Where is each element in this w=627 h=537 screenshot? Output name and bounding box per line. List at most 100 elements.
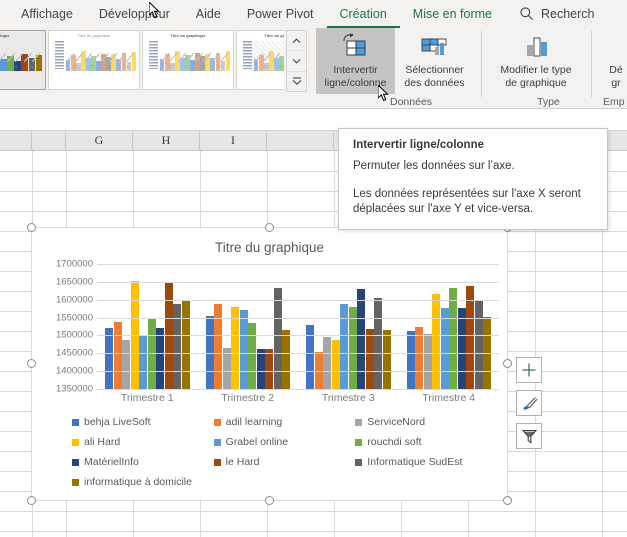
legend-item[interactable]: rouchdi soft [355,432,497,452]
bar[interactable] [423,333,432,389]
chart-styles-button[interactable] [516,390,542,416]
bar[interactable] [406,331,415,389]
legend-item[interactable]: behja LiveSoft [72,412,214,432]
resize-handle-s[interactable] [264,496,274,505]
ribbon-tab-creation[interactable]: Création [326,0,400,28]
bar[interactable] [449,288,457,389]
bar[interactable] [105,327,113,389]
bar[interactable] [440,307,449,389]
ribbon-group-labels: Données Type Emp [0,94,627,109]
gallery-thumbnail[interactable]: Titre du graphique T1T2T3T4 [142,30,234,90]
switch-row-column-label-line2: ligne/colonne [324,77,387,89]
legend-item[interactable]: Grabel online [213,432,356,452]
resize-handle-sw[interactable] [27,496,36,505]
bar[interactable] [365,329,374,389]
bar[interactable] [331,339,340,389]
column-header-H[interactable]: H [133,131,200,150]
ribbon-tab-affichage[interactable]: Affichage [8,0,86,28]
bar[interactable] [231,306,239,389]
move-chart-button[interactable]: Dé gr [596,28,627,94]
gallery-thumbnail[interactable]: graphique T1T2T3T4 [0,30,46,90]
bar[interactable] [248,322,256,389]
legend-swatch [213,418,221,426]
column-header-G[interactable]: G [66,131,133,150]
column-header-J[interactable] [267,131,334,150]
legend-swatch [72,478,79,486]
resize-handle-n[interactable] [264,223,274,232]
chart-elements-button[interactable] [516,357,542,383]
bar[interactable] [306,324,314,389]
bar[interactable] [139,336,147,389]
switch-row-column-button[interactable]: Intervertir ligne/colonne [316,28,395,94]
gallery-scroll-up-button[interactable] [287,31,306,52]
column-header-F[interactable] [32,131,66,150]
bar[interactable] [265,349,273,389]
bar[interactable] [323,336,331,389]
resize-handle-e[interactable] [503,359,512,368]
bar[interactable] [374,297,382,389]
search-box[interactable]: Recherch [519,6,594,21]
legend-item[interactable]: ServiceNord [355,412,497,432]
bar[interactable] [113,322,122,389]
thumbnail-title: graphique [0,34,10,38]
bar[interactable] [382,329,391,389]
plot-inner [97,264,499,390]
thumbnail-title: Titre du graphique [170,34,206,38]
ribbon-tab-mise-en-forme[interactable]: Mise en forme [400,0,505,28]
legend-item[interactable]: ali Hard [72,432,214,452]
legend-item[interactable]: informatique à domicile [72,472,214,492]
gallery-scroll-down-button[interactable] [287,51,306,72]
y-axis-labels[interactable]: 1700000 1650000 1600000 1550000 1500000 14500… [42,259,95,395]
x-axis-labels[interactable]: Trimestre 1 Trimestre 2 Trimestre 3 Trimest… [97,392,499,404]
bar[interactable] [273,287,282,389]
ribbon-tab-aide[interactable]: Aide [183,0,234,28]
bar[interactable] [457,307,466,389]
bar[interactable] [357,289,365,389]
gridline [97,264,499,265]
chart-title[interactable]: Titre du graphique [32,240,507,255]
bar[interactable] [282,330,290,389]
bar[interactable] [466,286,474,389]
resize-handle-w[interactable] [27,359,36,368]
chart-object[interactable]: Titre du graphique 1700000 1650000 1600000… [27,223,512,505]
resize-handle-se[interactable] [503,496,512,505]
tooltip-details: Les données représentées sur l'axe X ser… [353,188,581,215]
y-axis-tick: 1550000 [56,312,93,324]
bar[interactable] [122,339,130,389]
chevron-up-icon [292,38,301,43]
ribbon-tab-developpeur[interactable]: Développeur [86,0,183,28]
chart-styles-gallery[interactable]: graphique T1T2T3T4 Titre du graphique [0,30,307,92]
gallery-scroll-buttons[interactable] [286,30,307,92]
bar[interactable] [156,328,164,389]
select-data-label-line1: Sélectionner [405,64,464,76]
legend-item[interactable]: MatérielInfo [72,452,214,472]
gallery-expand-button[interactable] [287,72,306,91]
column-header-I[interactable]: I [200,131,267,150]
select-data-button[interactable]: Sélectionner des données [395,28,474,94]
bar[interactable] [181,299,190,389]
chart-side-buttons [516,357,542,449]
chart-legend[interactable]: behja LiveSoft adil learning ServiceNord al… [72,412,497,492]
bar[interactable] [474,299,483,389]
thumbnail-title: Titre du graphique [264,34,284,38]
ribbon-tab-power-pivot[interactable]: Power Pivot [234,0,327,28]
resize-handle-nw[interactable] [27,223,36,232]
gallery-thumbnail[interactable]: Titre du graphique T1T2T3T4 [236,30,284,90]
gridline [97,371,499,373]
gallery-thumbnail[interactable]: Titre du graphique T1T2T3T4 [48,30,140,90]
bar[interactable] [432,293,440,389]
column-header-rownum[interactable] [0,131,32,150]
legend-item[interactable]: le Hard [213,452,356,472]
legend-item[interactable]: adil learning [213,412,356,432]
switch-row-column-icon [339,31,373,63]
chart-filters-button[interactable] [516,423,542,449]
change-chart-type-label-line1: Modifier le type [500,64,572,76]
bar[interactable] [256,348,265,389]
bar[interactable] [239,309,248,389]
legend-item[interactable]: Informatique SudEst [355,452,497,472]
bar[interactable] [348,306,357,389]
gallery-thumbnail-strip[interactable]: graphique T1T2T3T4 Titre du graphique [0,30,284,92]
change-chart-type-button[interactable]: Modifier le type de graphique [486,28,586,94]
x-axis-tick: Trimestre 2 [221,392,275,404]
change-chart-type-label-line2: de graphique [505,77,567,89]
